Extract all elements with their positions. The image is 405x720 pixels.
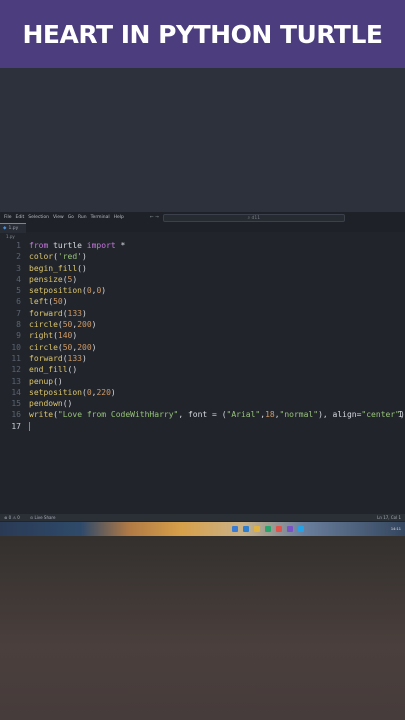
status-bar: ⊗ 0 ⚠ 0 ⊙ Live Share Ln 17, Col 1 — [0, 514, 405, 521]
line-number: 6 — [16, 297, 21, 307]
code-text: from turtle import * — [29, 241, 126, 250]
line-number: 14 — [11, 387, 21, 397]
status-live-share[interactable]: ⊙ Live Share — [30, 515, 56, 520]
line-number: 4 — [16, 274, 21, 284]
clock: 14:11 — [390, 527, 401, 531]
code-area[interactable]: 1 from turtle import * 2 color('red') 3 begin… — [0, 240, 405, 432]
line-number: 17 — [11, 421, 21, 431]
code-line[interactable]: 5 setposition(0,0) — [0, 285, 405, 296]
line-number: 1 — [16, 241, 21, 250]
explorer-icon[interactable] — [254, 526, 260, 532]
code-line[interactable]: 17 — [0, 421, 405, 432]
mouse-ibeam-icon: I — [398, 410, 403, 420]
line-number: 10 — [11, 342, 21, 352]
code-text: left(50) — [29, 297, 68, 307]
code-text: circle(50,200) — [29, 320, 97, 330]
line-number: 7 — [16, 308, 21, 318]
command-center-search[interactable]: ⌕ d11 — [162, 213, 345, 222]
code-text: end_fill() — [29, 365, 78, 375]
code-line[interactable]: 8 circle(50,200) — [0, 319, 405, 330]
line-number: 16 — [11, 410, 21, 420]
menu-selection[interactable]: Selection — [28, 215, 49, 220]
menu-bar: File Edit Selection View Go Run Terminal… — [0, 212, 405, 223]
code-editor-window: File Edit Selection View Go Run Terminal… — [0, 212, 405, 522]
code-line[interactable]: 7 forward(133) — [0, 308, 405, 319]
menu-terminal[interactable]: Terminal — [91, 215, 110, 220]
code-text: setposition(0,220) — [29, 387, 116, 397]
nav-arrows-icon[interactable]: ← → — [150, 215, 159, 220]
code-line[interactable]: 3 begin_fill() — [0, 263, 405, 274]
menu-edit[interactable]: Edit — [16, 215, 25, 220]
code-line[interactable]: 10 circle(50,200) — [0, 342, 405, 353]
tab-bar: ◆ 1.py — [0, 222, 405, 233]
menu-go[interactable]: Go — [68, 215, 74, 220]
breadcrumb[interactable]: 1.py — [6, 234, 15, 239]
line-number: 12 — [11, 365, 21, 375]
banner-title: HEART IN PYTHON TURTLE — [22, 19, 383, 49]
background-bottom — [0, 536, 405, 720]
tab-file[interactable]: ◆ 1.py — [0, 222, 27, 233]
menu-help[interactable]: Help — [114, 215, 124, 220]
background-top — [0, 68, 405, 212]
code-line[interactable]: 6 left(50) — [0, 296, 405, 307]
line-number: 13 — [11, 376, 21, 386]
code-line[interactable]: 15 pendown() — [0, 398, 405, 409]
line-number: 8 — [16, 320, 21, 330]
edge-icon[interactable] — [265, 526, 271, 532]
code-text: forward(133) — [29, 353, 87, 363]
code-line[interactable]: 12 end_fill() — [0, 364, 405, 375]
line-number: 15 — [11, 399, 21, 409]
code-text: setposition(0,0) — [29, 286, 107, 296]
code-line[interactable]: 2 color('red') — [0, 251, 405, 262]
line-number: 9 — [16, 331, 21, 341]
taskbar: 14:11 — [0, 522, 405, 536]
python-file-icon: ◆ — [3, 225, 7, 231]
menu-file[interactable]: File — [4, 215, 12, 220]
text-cursor — [29, 421, 30, 431]
code-text: right(140) — [29, 331, 78, 341]
line-number: 2 — [16, 252, 21, 262]
code-line[interactable]: 4 pensize(5) — [0, 274, 405, 285]
code-text: pensize(5) — [29, 274, 78, 284]
code-line[interactable]: 11 forward(133) — [0, 353, 405, 364]
title-banner: HEART IN PYTHON TURTLE — [0, 0, 405, 68]
code-text: write("Love from CodeWithHarry", font = … — [29, 410, 405, 420]
line-number: 11 — [11, 353, 21, 363]
code-text: forward(133) — [29, 308, 87, 318]
code-line[interactable]: 14 setposition(0,220) — [0, 387, 405, 398]
taskview-icon[interactable] — [243, 526, 249, 532]
code-line[interactable]: 1 from turtle import * — [0, 240, 405, 251]
menu-view[interactable]: View — [53, 215, 64, 220]
app-icon[interactable] — [287, 526, 293, 532]
code-text: circle(50,200) — [29, 342, 97, 352]
code-line[interactable]: 16 write("Love from CodeWithHarry", font … — [0, 409, 405, 420]
vscode-icon[interactable] — [298, 526, 304, 532]
code-text: begin_fill() — [29, 263, 87, 273]
search-icon[interactable] — [232, 526, 238, 532]
line-number: 5 — [16, 286, 21, 296]
line-number: 3 — [16, 263, 21, 273]
code-text: pendown() — [29, 399, 73, 409]
menu-run[interactable]: Run — [78, 215, 87, 220]
tab-label: 1.py — [8, 225, 19, 231]
code-line[interactable]: 9 right(140) — [0, 330, 405, 341]
status-problems[interactable]: ⊗ 0 ⚠ 0 — [4, 515, 20, 520]
code-text: penup() — [29, 376, 63, 386]
chrome-icon[interactable] — [276, 526, 282, 532]
code-line[interactable]: 13 penup() — [0, 376, 405, 387]
status-position[interactable]: Ln 17, Col 1 — [377, 515, 401, 520]
code-text: color('red') — [29, 252, 87, 262]
